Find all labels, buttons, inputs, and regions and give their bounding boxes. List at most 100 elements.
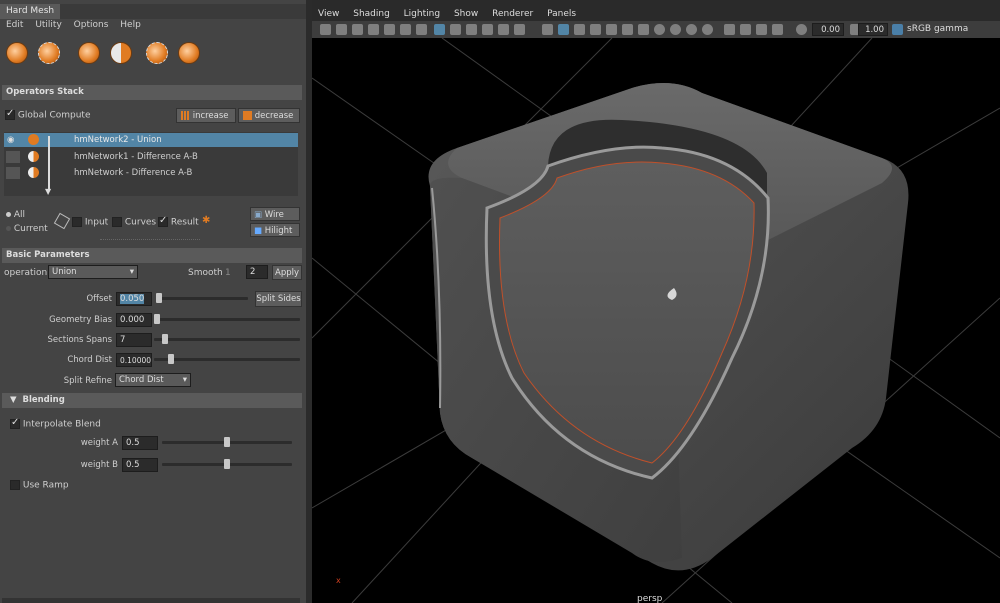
safe-title-icon[interactable] (514, 24, 525, 35)
lights-icon[interactable] (622, 24, 633, 35)
menu-lighting[interactable]: Lighting (404, 9, 440, 19)
sphere-icon[interactable] (78, 42, 100, 64)
sphere-dash-icon[interactable] (38, 42, 60, 64)
curves-checkbox[interactable]: Curves (112, 217, 156, 228)
split-refine-label: Split Refine (63, 376, 112, 386)
film-gate-icon[interactable] (434, 24, 445, 35)
apply-button[interactable]: Apply (272, 265, 302, 280)
slider-handle[interactable] (154, 314, 160, 324)
geometry-bias-field[interactable]: 0.000 (116, 313, 152, 327)
checkbox-icon (10, 417, 20, 429)
display-all-label: All (13, 210, 26, 220)
menu-renderer[interactable]: Renderer (492, 9, 533, 19)
shadows-icon[interactable] (638, 24, 649, 35)
xray-joints-icon[interactable] (756, 24, 767, 35)
split-sides-button[interactable]: Split Sides (255, 291, 302, 307)
offset-slider[interactable] (156, 293, 248, 303)
menu-utility[interactable]: Utility (35, 20, 61, 30)
bookmark-icon[interactable] (352, 24, 363, 35)
geometry-bias-slider[interactable] (154, 314, 300, 324)
sphere-dash-icon[interactable] (146, 42, 168, 64)
input-checkbox[interactable]: Input (72, 217, 108, 228)
default-material-icon[interactable] (574, 24, 585, 35)
viewport-menubar: View Shading Lighting Show Renderer Pane… (318, 9, 587, 19)
anti-aliasing-icon[interactable] (686, 24, 697, 35)
display-current-radio[interactable]: Current (6, 224, 48, 234)
weight-b-field[interactable]: 0.5 (122, 458, 158, 472)
scene-render: persp x (312, 38, 1000, 603)
textured-icon[interactable] (606, 24, 617, 35)
xray-icon[interactable] (740, 24, 751, 35)
offset-field[interactable]: 0.050 (116, 292, 152, 306)
weight-a-field[interactable]: 0.5 (122, 436, 158, 450)
grid-icon[interactable] (416, 24, 427, 35)
blending-header[interactable]: ▼ Blending (2, 393, 302, 408)
xray-components-icon[interactable] (772, 24, 783, 35)
grease-pencil-icon[interactable] (400, 24, 411, 35)
viewport-canvas[interactable]: persp x (312, 38, 1000, 603)
operators-stack-header[interactable]: Operators Stack (2, 85, 302, 100)
slider-handle[interactable] (224, 437, 230, 447)
sphere-icon[interactable] (178, 42, 200, 64)
bug-icon[interactable]: ✱ (202, 215, 210, 226)
display-all-radio[interactable]: All (6, 210, 25, 220)
visibility-toggle[interactable] (6, 167, 20, 179)
motion-blur-icon[interactable] (670, 24, 681, 35)
decrease-button[interactable]: decrease (238, 108, 300, 123)
chord-dist-slider[interactable] (154, 354, 300, 364)
interpolate-blend-checkbox[interactable]: Interpolate Blend (10, 417, 101, 430)
smooth-shade-icon[interactable] (558, 24, 569, 35)
eye-icon[interactable]: ◉ (7, 135, 14, 145)
half-sphere-icon[interactable] (110, 42, 132, 64)
smooth-field[interactable]: 2 (246, 265, 268, 279)
horizontal-scrollbar[interactable] (2, 598, 300, 603)
sections-spans-field[interactable]: 7 (116, 333, 152, 347)
wire-button[interactable]: ▣ Wire (250, 207, 300, 221)
gamma-field[interactable]: 1.00 (858, 23, 888, 36)
wireframe-icon[interactable] (542, 24, 553, 35)
menu-shading[interactable]: Shading (353, 9, 390, 19)
operation-dropdown[interactable]: Union ▾ (48, 265, 138, 279)
menu-help[interactable]: Help (120, 20, 141, 30)
split-refine-dropdown[interactable]: Chord Dist ▾ (115, 373, 191, 387)
field-chart-icon[interactable] (482, 24, 493, 35)
slider-handle[interactable] (168, 354, 174, 364)
increase-button[interactable]: increase (176, 108, 236, 123)
camera-attributes-icon[interactable] (336, 24, 347, 35)
result-checkbox[interactable]: Result (158, 215, 199, 228)
colorspace-label[interactable]: sRGB gamma (907, 24, 968, 34)
global-compute-checkbox[interactable]: Global Compute (5, 108, 91, 121)
sections-spans-slider[interactable] (154, 334, 300, 344)
chord-dist-field[interactable]: 0.100000 (116, 353, 152, 367)
safe-action-icon[interactable] (498, 24, 509, 35)
2d-pan-icon[interactable] (384, 24, 395, 35)
ambient-occlusion-icon[interactable] (654, 24, 665, 35)
menu-edit[interactable]: Edit (6, 20, 23, 30)
resolution-gate-icon[interactable] (450, 24, 461, 35)
depth-of-field-icon[interactable] (702, 24, 713, 35)
menu-show[interactable]: Show (454, 9, 478, 19)
menu-panels[interactable]: Panels (547, 9, 576, 19)
use-ramp-checkbox[interactable]: Use Ramp (10, 480, 69, 491)
isolate-select-icon[interactable] (724, 24, 735, 35)
basic-parameters-header[interactable]: Basic Parameters (2, 248, 302, 263)
weight-a-slider[interactable] (162, 437, 292, 447)
slider-handle[interactable] (162, 334, 168, 344)
image-plane-icon[interactable] (368, 24, 379, 35)
wireframe-on-shaded-icon[interactable] (590, 24, 601, 35)
slider-handle[interactable] (156, 293, 162, 303)
offset-label: Offset (86, 294, 112, 304)
visibility-toggle[interactable] (6, 151, 20, 163)
gate-mask-icon[interactable] (466, 24, 477, 35)
exposure-field[interactable]: 0.00 (812, 23, 844, 36)
sphere-icon[interactable] (6, 42, 28, 64)
slider-handle[interactable] (224, 459, 230, 469)
camera-icon[interactable] (320, 24, 331, 35)
menu-options[interactable]: Options (74, 20, 109, 30)
menu-view[interactable]: View (318, 9, 339, 19)
weight-b-slider[interactable] (162, 459, 292, 469)
exposure-icon[interactable] (796, 24, 807, 35)
tab-hard-mesh[interactable]: Hard Mesh (0, 4, 60, 19)
hilight-button[interactable]: ■ Hilight (250, 223, 300, 237)
color-management-icon[interactable] (892, 24, 903, 35)
